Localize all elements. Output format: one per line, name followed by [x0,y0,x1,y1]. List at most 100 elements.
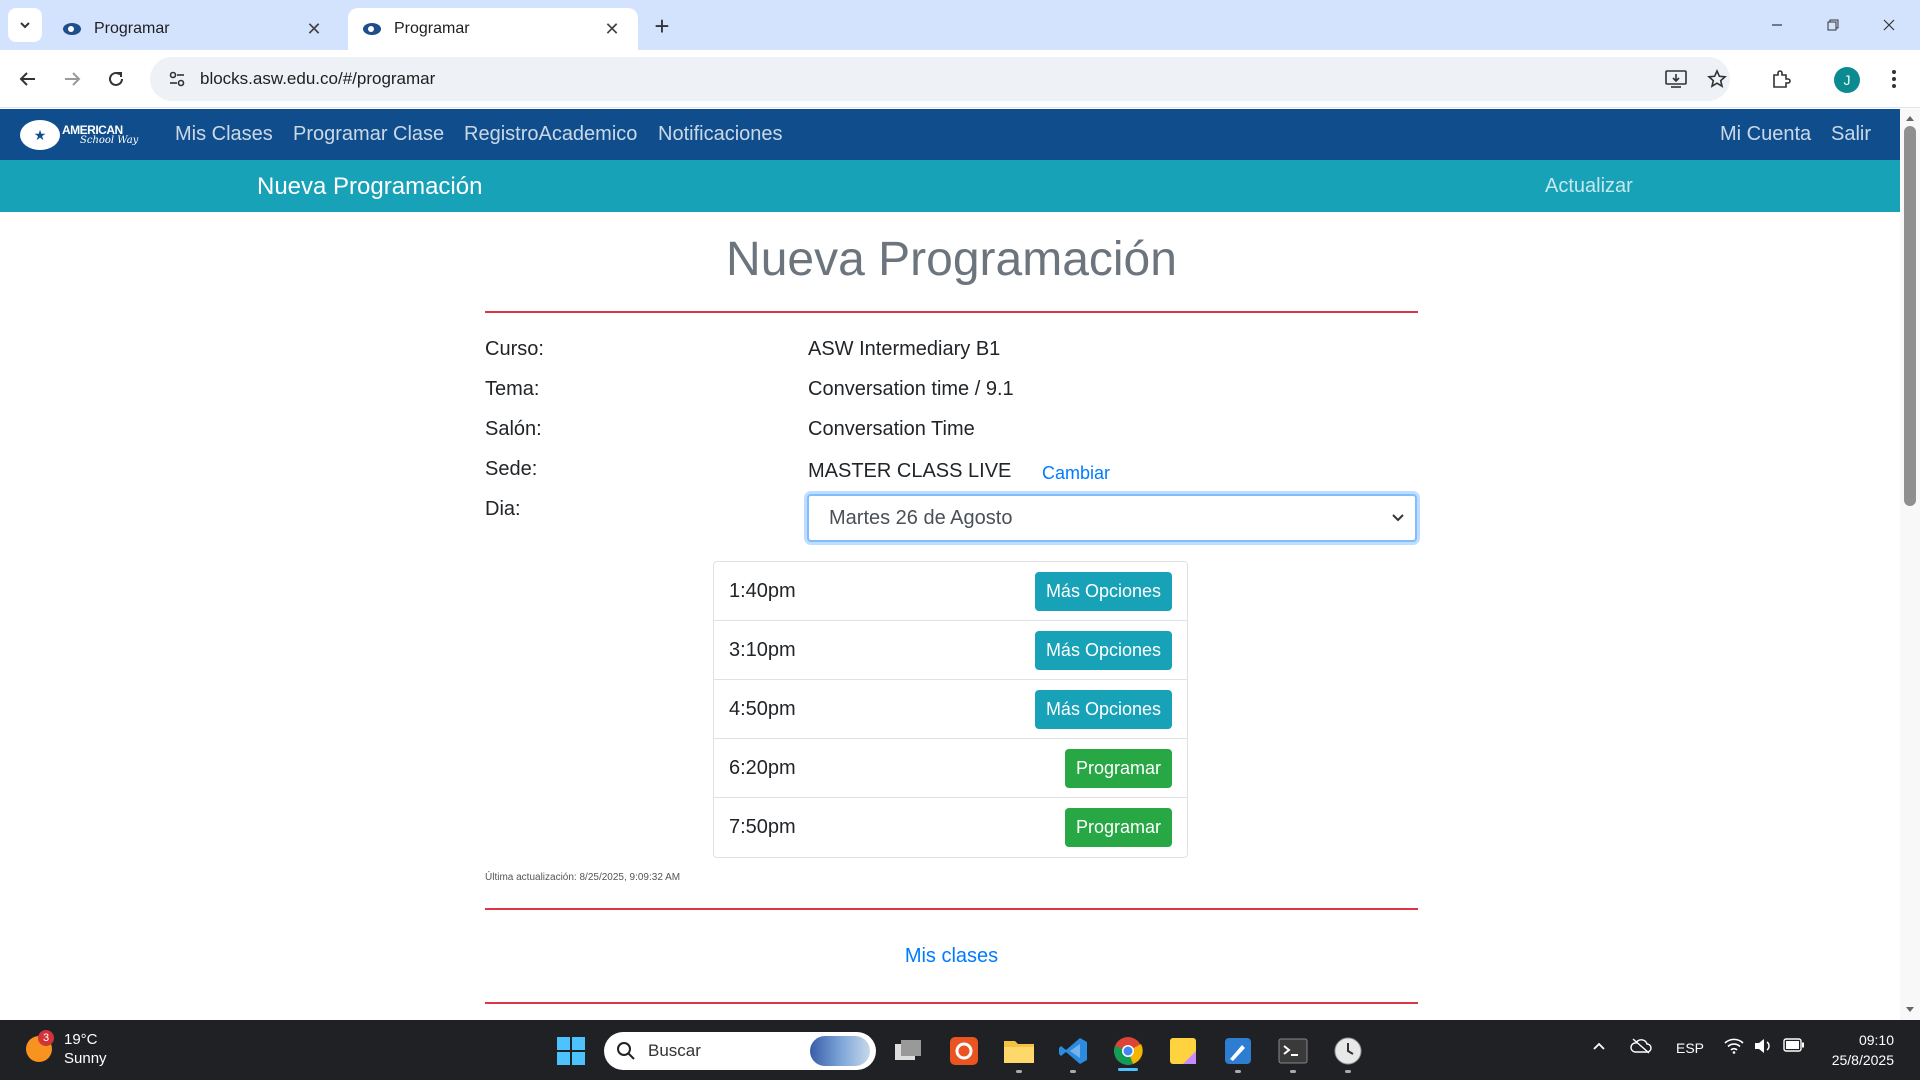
new-tab-button[interactable]: + [648,11,676,41]
minimize-button[interactable] [1754,8,1800,42]
close-window-button[interactable] [1866,8,1912,42]
search-highlight-image [810,1036,870,1066]
browser-tab-2[interactable]: Programar ✕ [348,8,638,50]
restore-button[interactable] [1810,8,1856,42]
file-explorer-icon[interactable] [1002,1034,1036,1068]
nav-salir[interactable]: Salir [1831,123,1871,146]
label-dia: Dia: [485,498,521,520]
tab-search-dropdown[interactable] [8,8,42,42]
vscode-icon[interactable] [1056,1034,1090,1068]
time-slot-row: 7:50pm Programar [714,798,1187,857]
scrollbar-thumb[interactable] [1904,126,1916,506]
back-button[interactable] [12,63,44,95]
asw-favicon-icon [362,19,382,39]
asw-favicon-icon [62,19,82,39]
paint-icon[interactable] [1221,1034,1255,1068]
terminal-icon[interactable] [1276,1034,1310,1068]
day-select[interactable]: Martes 26 de Agosto [807,494,1417,542]
extensions-button[interactable] [1765,63,1797,95]
ubuntu-icon[interactable] [947,1034,981,1068]
cloud-off-icon[interactable] [1630,1038,1652,1057]
language-indicator[interactable]: ESP [1676,1040,1704,1056]
taskbar-search[interactable]: Buscar [604,1032,876,1070]
app-navbar: ★ AMERICAN School Way Mis Clases Program… [0,109,1900,160]
running-indicator [1290,1070,1296,1073]
menu-button[interactable] [1878,63,1910,95]
nav-notificaciones[interactable]: Notificaciones [658,123,783,146]
slot-time: 3:10pm [729,638,796,661]
sub-header: Nueva Programación Actualizar [0,160,1900,212]
slot-time: 1:40pm [729,579,796,602]
value-curso: ASW Intermediary B1 [808,338,1001,360]
brand-logo[interactable]: ★ AMERICAN School Way [20,118,138,152]
browser-tab-bar: Programar ✕ Programar ✕ + [0,0,1920,50]
battery-icon[interactable] [1783,1038,1805,1055]
chrome-icon[interactable] [1111,1034,1145,1068]
windows-start-icon[interactable] [557,1037,585,1065]
notification-badge: 3 [38,1030,54,1046]
close-icon[interactable]: ✕ [600,17,624,41]
nav-registro-academico[interactable]: RegistroAcademico [464,123,637,146]
mas-opciones-button[interactable]: Más Opciones [1034,689,1172,729]
puzzle-icon [1773,70,1791,88]
restore-icon [1827,19,1839,31]
refresh-link[interactable]: Actualizar [1545,175,1633,198]
chevron-up-icon[interactable] [1591,1038,1607,1057]
running-indicator [1235,1070,1241,1073]
scroll-down-icon[interactable] [1904,1004,1916,1016]
chevron-down-icon [20,22,30,29]
task-view-icon[interactable] [891,1034,925,1068]
weather-widget[interactable]: 3 19°C Sunny [26,1030,107,1068]
label-salon: Salón: [485,418,542,440]
slot-time: 7:50pm [729,816,796,838]
running-indicator [1016,1070,1022,1073]
value-salon: Conversation Time [808,418,975,440]
wifi-icon[interactable] [1724,1038,1744,1057]
time-slot-list: 1:40pm Más Opciones 3:10pm Más Opciones … [713,561,1188,858]
bookmark-button[interactable] [1701,63,1733,95]
time-slot-row: 3:10pm Más Opciones [714,621,1187,680]
mis-clases-link[interactable]: Mis clases [485,945,1418,968]
profile-avatar[interactable]: J [1834,67,1860,93]
nav-mis-clases[interactable]: Mis Clases [175,123,273,146]
sticky-notes-icon[interactable] [1166,1034,1200,1068]
label-sede: Sede: [485,458,538,480]
weather-temp: 19°C [64,1031,98,1048]
star-logo-icon: ★ [20,120,60,150]
clock-app-icon[interactable] [1331,1034,1365,1068]
label-tema: Tema: [485,378,540,400]
label-curso: Curso: [485,338,544,360]
search-icon [617,1042,635,1060]
running-indicator [1345,1070,1351,1073]
divider [485,1002,1418,1004]
programar-button[interactable]: Programar [1064,748,1172,788]
mas-opciones-button[interactable]: Más Opciones [1034,571,1172,611]
nav-programar-clase[interactable]: Programar Clase [293,123,444,146]
close-icon [1883,19,1895,31]
value-tema: Conversation time / 9.1 [808,378,1014,400]
time-slot-row: 1:40pm Más Opciones [714,562,1187,621]
clock-time: 09:10 [1858,1032,1894,1048]
nav-mi-cuenta[interactable]: Mi Cuenta [1720,123,1811,146]
value-sede: MASTER CLASS LIVE [808,460,1012,482]
volume-icon[interactable] [1753,1038,1773,1057]
mas-opciones-button[interactable]: Más Opciones [1034,630,1172,670]
address-bar[interactable]: blocks.asw.edu.co/#/programar [150,57,1730,101]
close-icon[interactable]: ✕ [302,17,326,41]
taskbar: 3 19°C Sunny Buscar ESP 09:10 25/8/2025 [0,1020,1920,1080]
browser-tab-1[interactable]: Programar ✕ [48,8,340,50]
install-icon [1665,70,1687,88]
site-settings-icon[interactable] [156,57,198,101]
more-vertical-icon [1892,70,1896,88]
arrow-left-icon [19,72,35,86]
forward-button[interactable] [56,63,88,95]
scroll-up-icon[interactable] [1904,112,1916,124]
sun-icon: 3 [26,1030,54,1062]
time-slot-row: 6:20pm Programar [714,739,1187,798]
last-update-text: Última actualización: 8/25/2025, 9:09:32… [485,872,681,883]
system-clock[interactable]: 09:10 25/8/2025 [1824,1030,1894,1070]
install-app-button[interactable] [1660,63,1692,95]
programar-button[interactable]: Programar [1064,808,1172,847]
reload-button[interactable] [100,63,132,95]
cambiar-sede-link[interactable]: Cambiar [1042,463,1110,484]
